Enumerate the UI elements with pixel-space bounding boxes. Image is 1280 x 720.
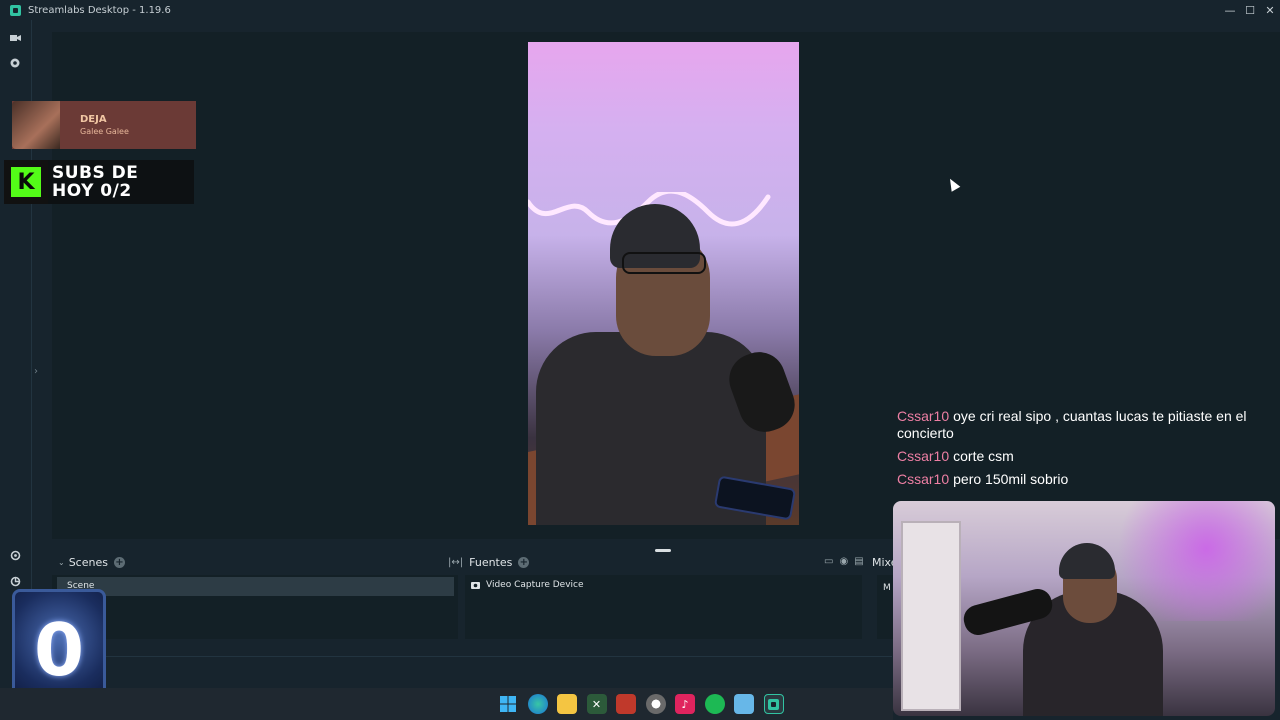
themes-icon[interactable] bbox=[9, 57, 21, 69]
sidebar-toggle-icon[interactable]: |↔| bbox=[448, 557, 463, 568]
sources-title: Fuentes bbox=[469, 555, 513, 569]
tiktok-icon[interactable]: ♪ bbox=[675, 694, 695, 714]
windows-taskbar: ✕ ♪ bbox=[0, 688, 893, 720]
scene-item[interactable]: Scene bbox=[57, 577, 454, 596]
window-title: Streamlabs Desktop - 1.19.6 bbox=[28, 4, 171, 16]
collapse-icon[interactable]: ⌄ bbox=[58, 558, 65, 567]
stream-preview-canvas[interactable] bbox=[528, 42, 799, 525]
streamer-glasses bbox=[622, 252, 706, 274]
excel-icon[interactable]: ✕ bbox=[586, 694, 607, 714]
camera-icon bbox=[471, 581, 480, 589]
chat-text: corte csm bbox=[953, 448, 1014, 464]
scenes-title: Scenes bbox=[68, 555, 108, 569]
chat-message: Cssar10 corte csm bbox=[897, 448, 1272, 465]
editor-icon[interactable] bbox=[9, 32, 21, 44]
kick-logo-icon: K bbox=[4, 160, 48, 204]
scenes-header: ⌄ Scenes + bbox=[58, 553, 125, 571]
notepad-icon[interactable] bbox=[734, 694, 754, 714]
subs-line-2: HOY 0/2 bbox=[52, 181, 132, 201]
dock-resize-handle[interactable] bbox=[655, 549, 671, 552]
maximize-button[interactable]: ☐ bbox=[1240, 0, 1260, 20]
audio-icon[interactable]: ◉ bbox=[839, 556, 848, 567]
window-controls: — ☐ ✕ bbox=[1220, 0, 1280, 20]
background-door bbox=[901, 521, 961, 711]
sources-list: Video Capture Device bbox=[465, 575, 862, 639]
chat-overlay: Cssar10 oye cri real sipo , cuantas lucas… bbox=[897, 408, 1272, 494]
lock-icon[interactable]: ▭ bbox=[824, 556, 833, 567]
file-explorer-icon[interactable] bbox=[557, 694, 577, 714]
chevron-right-icon[interactable]: › bbox=[34, 366, 38, 377]
spotify-icon[interactable] bbox=[704, 694, 725, 714]
status-bar bbox=[52, 656, 892, 688]
album-art bbox=[12, 101, 60, 149]
source-label: Video Capture Device bbox=[486, 580, 584, 590]
source-item[interactable]: Video Capture Device bbox=[471, 580, 584, 590]
chat-message: Cssar10 pero 150mil sobrio bbox=[897, 471, 1272, 488]
chat-text: oye cri real sipo , cuantas lucas te pit… bbox=[897, 408, 1247, 441]
subs-goal-widget: K SUBS DE HOY 0/2 bbox=[4, 160, 194, 204]
song-title: DEJA bbox=[80, 114, 107, 125]
studio-mode-icon[interactable] bbox=[9, 575, 21, 587]
streamlabs-app-icon bbox=[10, 4, 21, 16]
webcam-overlay bbox=[893, 501, 1275, 716]
streamlabs-window: Streamlabs Desktop - 1.19.6 — ☐ ✕ › DEJA… bbox=[0, 0, 1280, 720]
subs-line-1: SUBS DE bbox=[52, 163, 139, 183]
minimize-button[interactable]: — bbox=[1220, 0, 1240, 20]
badge-value: 0 bbox=[33, 608, 85, 692]
close-button[interactable]: ✕ bbox=[1260, 0, 1280, 20]
chat-message: Cssar10 oye cri real sipo , cuantas lucas… bbox=[897, 408, 1272, 442]
scenes-list: Scene bbox=[52, 575, 458, 639]
voice-app-icon[interactable] bbox=[616, 694, 636, 714]
windows-start-icon[interactable] bbox=[498, 694, 518, 714]
title-bar: Streamlabs Desktop - 1.19.6 — ☐ ✕ bbox=[0, 0, 1280, 20]
settings-icon[interactable] bbox=[9, 549, 21, 561]
folder-icon[interactable]: ▤ bbox=[854, 556, 863, 567]
streamlabs-icon[interactable] bbox=[763, 694, 784, 714]
add-source-button[interactable]: + bbox=[518, 556, 530, 568]
chat-username: Cssar10 bbox=[897, 448, 950, 464]
chrome-icon[interactable] bbox=[645, 694, 666, 714]
mixer-item-fragment: M bbox=[883, 583, 891, 593]
now-playing-widget: DEJA Galee Galee bbox=[12, 101, 196, 149]
add-scene-button[interactable]: + bbox=[113, 556, 125, 568]
edge-icon[interactable] bbox=[527, 694, 548, 714]
chat-text: pero 150mil sobrio bbox=[953, 471, 1069, 487]
sources-header: |↔| Fuentes + bbox=[442, 553, 530, 571]
chat-username: Cssar10 bbox=[897, 471, 950, 487]
chat-username: Cssar10 bbox=[897, 408, 950, 424]
song-artist: Galee Galee bbox=[80, 127, 129, 136]
